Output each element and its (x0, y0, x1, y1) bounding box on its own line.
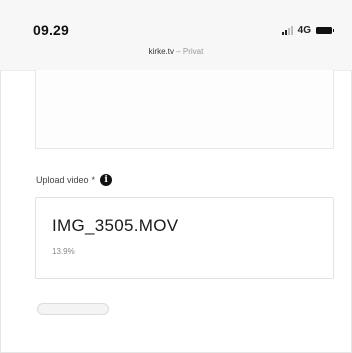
required-mark: * (91, 175, 96, 185)
address-bar[interactable]: kirke.tv – Privat (0, 47, 352, 56)
info-icon[interactable]: i (100, 174, 113, 186)
battery-icon (316, 26, 334, 34)
upload-label-text: Upload video (36, 175, 89, 185)
clock: 09.29 (33, 22, 70, 38)
file-name: IMG_3505.MOV (52, 216, 179, 235)
submit-button[interactable] (37, 303, 109, 315)
status-indicators: 4G (281, 24, 334, 36)
status-bar: 09.29 4G kirke.tv – Privat (0, 0, 352, 71)
network-type: 4G (297, 24, 311, 36)
address-separator: – (176, 47, 181, 56)
address-mode: Privat (182, 47, 204, 56)
previous-field-box[interactable] (35, 70, 334, 149)
uploaded-file-card[interactable]: IMG_3505.MOV 13.9% (35, 197, 334, 279)
upload-progress: 13.9% (52, 247, 75, 256)
signal-bars-icon (281, 25, 293, 35)
upload-video-label: Upload video * i (36, 174, 113, 186)
address-domain: kirke.tv (148, 47, 174, 56)
